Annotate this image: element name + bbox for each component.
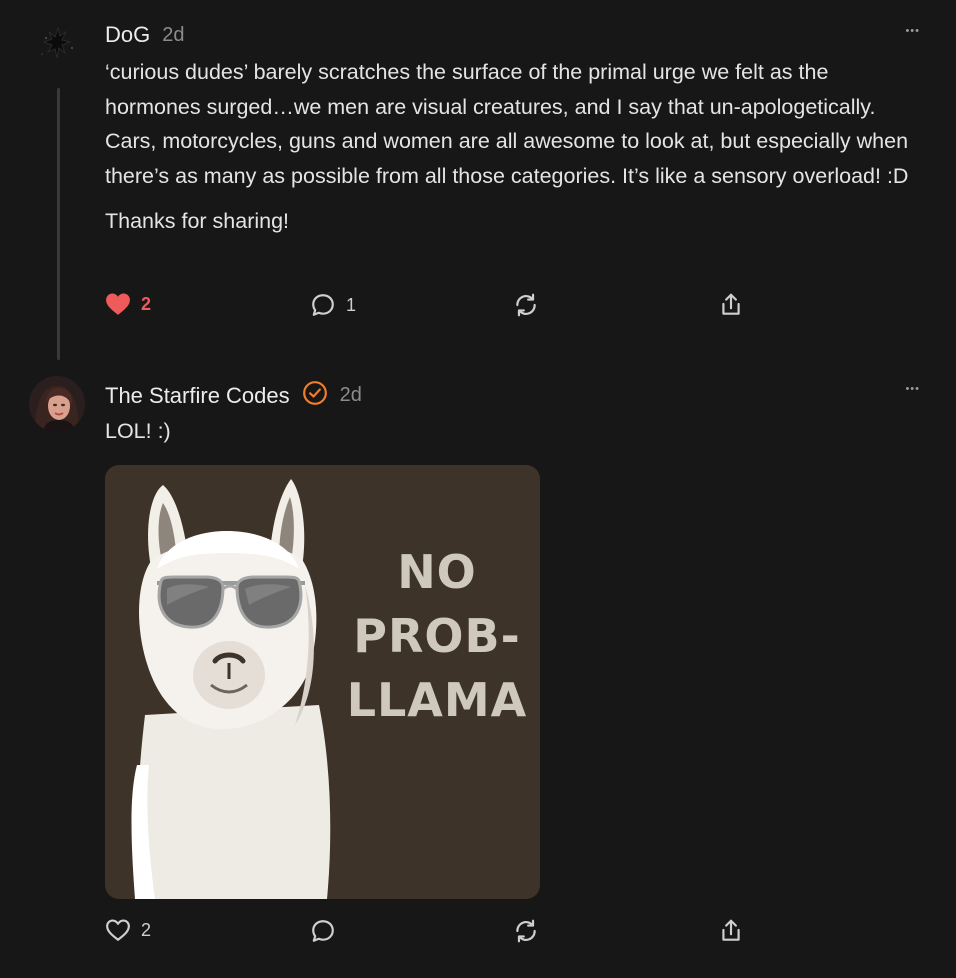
restack-icon <box>513 292 539 318</box>
like-count: 2 <box>141 919 152 940</box>
timestamp[interactable]: 2d <box>340 384 362 407</box>
timestamp[interactable]: 2d <box>162 24 184 47</box>
more-options-button[interactable]: ••• <box>905 383 920 395</box>
comment-actions: 2 1 <box>105 292 755 322</box>
image-caption-line-2: PROB- <box>353 609 521 663</box>
comment-actions: 2 <box>105 918 755 948</box>
image-caption-line-3: LLAMA <box>346 673 528 727</box>
comment-paragraph: LOL! :) <box>105 419 171 443</box>
heart-icon <box>105 292 131 316</box>
comment-body: LOL! :) <box>105 414 925 449</box>
comment-header: The Starfire Codes 2d <box>105 380 362 411</box>
share-button[interactable] <box>718 918 744 944</box>
verified-check-icon <box>302 380 328 411</box>
comment-paragraph: ‘curious dudes’ barely scratches the sur… <box>105 60 909 189</box>
restack-button[interactable] <box>513 918 539 944</box>
heart-icon <box>105 918 131 942</box>
speech-bubble-icon <box>310 292 336 318</box>
avatar[interactable] <box>29 376 85 432</box>
attached-image[interactable]: NO PROB- LLAMA <box>105 465 540 899</box>
restack-button[interactable] <box>513 292 539 318</box>
restack-icon <box>513 918 539 944</box>
author-name[interactable]: DoG <box>105 22 150 48</box>
like-button[interactable]: 2 <box>105 918 151 942</box>
share-button[interactable] <box>718 292 744 318</box>
share-icon <box>718 292 744 318</box>
comment-header: DoG 2d <box>105 22 185 48</box>
reply-count: 1 <box>346 294 357 315</box>
image-caption-line-1: NO <box>397 545 477 599</box>
comment-body: ‘curious dudes’ barely scratches the sur… <box>105 55 925 239</box>
share-icon <box>718 918 744 944</box>
thread-line <box>57 88 60 360</box>
like-count: 2 <box>141 293 152 314</box>
reply-button[interactable] <box>310 918 346 944</box>
avatar[interactable] <box>32 18 84 70</box>
author-name[interactable]: The Starfire Codes <box>105 383 290 409</box>
comment-paragraph: Thanks for sharing! <box>105 208 290 233</box>
speech-bubble-icon <box>310 918 336 944</box>
more-options-button[interactable]: ••• <box>905 25 920 37</box>
reply-button[interactable]: 1 <box>310 292 356 318</box>
like-button[interactable]: 2 <box>105 292 151 316</box>
